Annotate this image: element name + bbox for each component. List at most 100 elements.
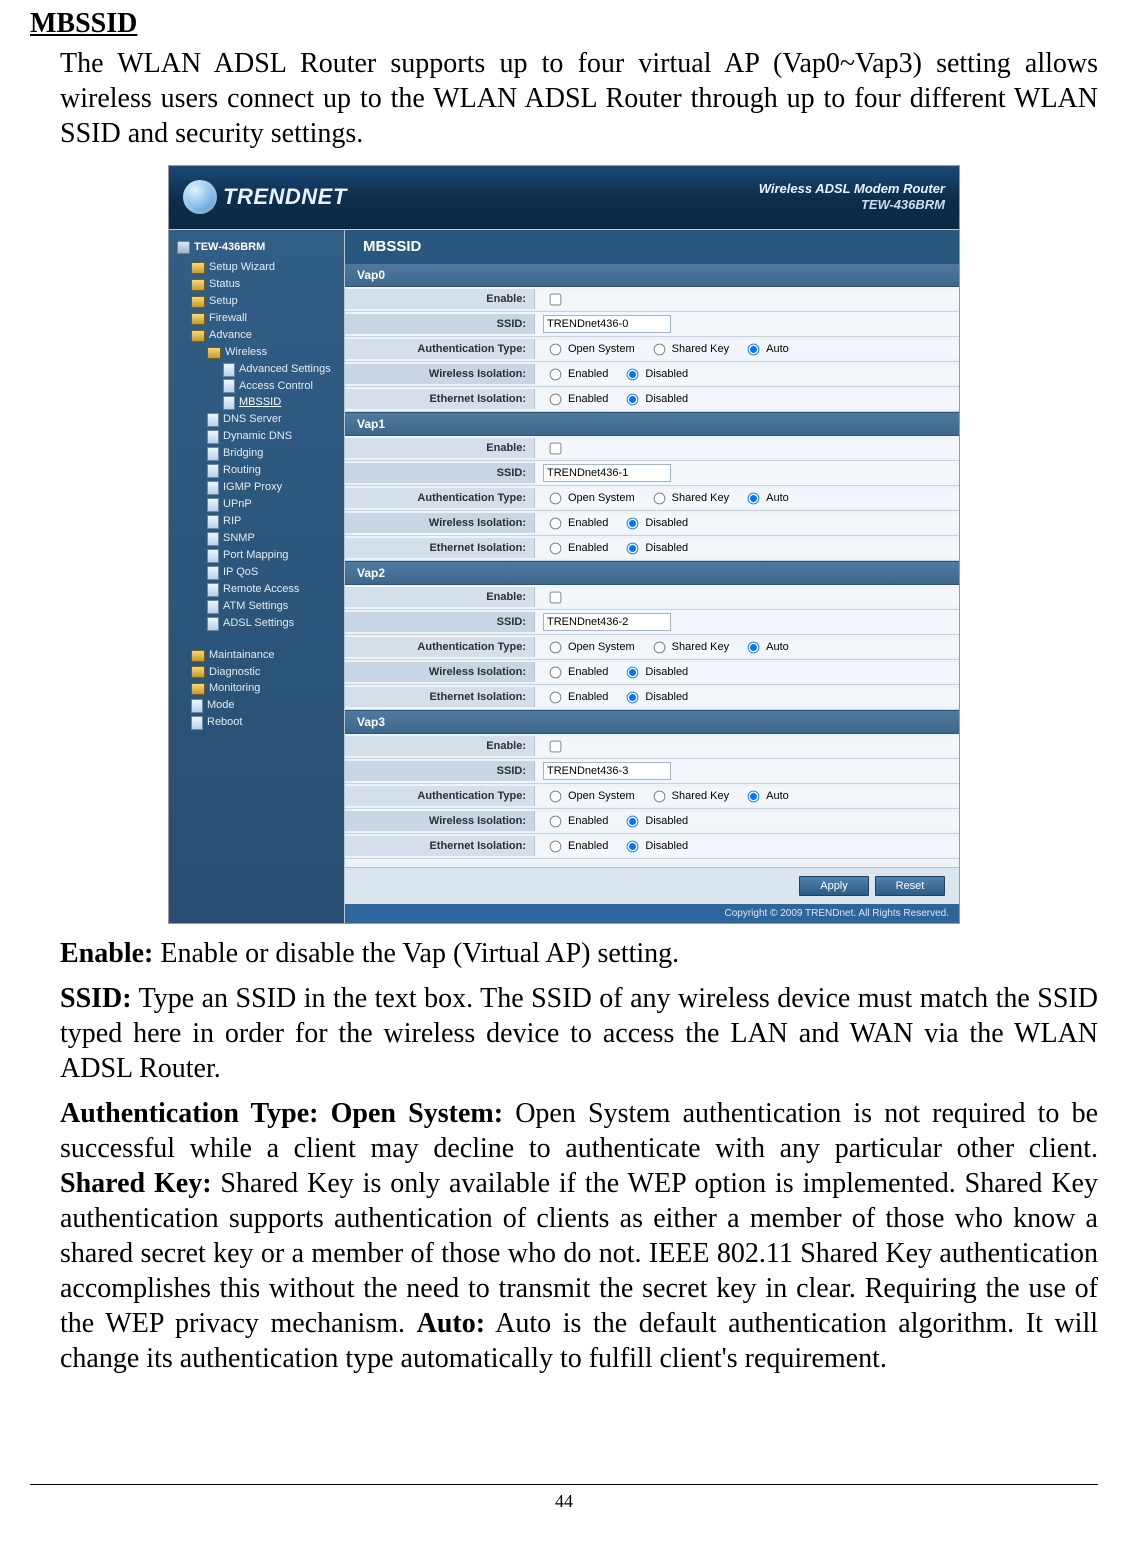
sidebar-item[interactable]: Diagnostic bbox=[191, 665, 338, 681]
intro-paragraph: The WLAN ADSL Router supports up to four… bbox=[60, 46, 1098, 151]
isolation-radio[interactable] bbox=[550, 542, 562, 554]
enable-checkbox[interactable] bbox=[550, 591, 562, 603]
isolation-radio[interactable] bbox=[627, 666, 639, 678]
isolation-radio[interactable] bbox=[550, 666, 562, 678]
sidebar-item-label: Wireless bbox=[225, 345, 267, 361]
page-icon bbox=[191, 699, 203, 713]
sidebar-item[interactable]: Monitoring bbox=[191, 681, 338, 697]
form-label: Enable: bbox=[345, 289, 535, 309]
sidebar-item[interactable]: Setup Wizard bbox=[191, 260, 338, 276]
sidebar-item[interactable]: Advanced Settings bbox=[191, 362, 338, 378]
sidebar-item[interactable]: Routing bbox=[191, 463, 338, 479]
isolation-radio[interactable] bbox=[627, 393, 639, 405]
auth-radio[interactable] bbox=[748, 343, 760, 355]
form-row: SSID: bbox=[345, 461, 959, 486]
sidebar-item[interactable]: UPnP bbox=[191, 497, 338, 513]
auth-radio[interactable] bbox=[550, 641, 562, 653]
auth-radio[interactable] bbox=[653, 492, 665, 504]
sidebar-item[interactable]: Access Control bbox=[191, 379, 338, 395]
apply-button[interactable]: Apply bbox=[799, 876, 869, 896]
ssid-input[interactable] bbox=[543, 762, 671, 780]
isolation-radio[interactable] bbox=[550, 840, 562, 852]
auth-radio[interactable] bbox=[550, 492, 562, 504]
form-label: Wireless Isolation: bbox=[345, 364, 535, 384]
radio-label: Enabled bbox=[568, 815, 608, 827]
sidebar-item[interactable]: Advance bbox=[191, 328, 338, 344]
isolation-radio[interactable] bbox=[627, 691, 639, 703]
sidebar-item[interactable]: ATM Settings bbox=[191, 599, 338, 615]
reset-button[interactable]: Reset bbox=[875, 876, 945, 896]
sidebar-item[interactable]: Reboot bbox=[191, 715, 338, 731]
radio-label: Open System bbox=[568, 641, 635, 653]
sidebar-item-label: Access Control bbox=[239, 379, 313, 395]
sidebar-item[interactable]: Setup bbox=[191, 294, 338, 310]
sidebar-item[interactable]: Status bbox=[191, 277, 338, 293]
sidebar-item-label: Routing bbox=[223, 463, 261, 479]
sidebar-item[interactable]: SNMP bbox=[191, 531, 338, 547]
sidebar-item[interactable]: MBSSID bbox=[191, 395, 338, 411]
auth-radio[interactable] bbox=[653, 641, 665, 653]
model-label: Wireless ADSL Modem Router TEW-436BRM bbox=[759, 181, 945, 212]
auth-radio[interactable] bbox=[550, 790, 562, 802]
isolation-radio[interactable] bbox=[627, 542, 639, 554]
auth-radio[interactable] bbox=[653, 790, 665, 802]
enable-checkbox[interactable] bbox=[550, 442, 562, 454]
page-icon bbox=[191, 716, 203, 730]
sidebar-item[interactable]: Bridging bbox=[191, 446, 338, 462]
sidebar-item[interactable]: IGMP Proxy bbox=[191, 480, 338, 496]
enable-text: Enable or disable the Vap (Virtual AP) s… bbox=[153, 938, 679, 969]
sidebar-item[interactable]: Wireless bbox=[191, 345, 338, 361]
sidebar-item[interactable]: IP QoS bbox=[191, 565, 338, 581]
sidebar-item[interactable]: ADSL Settings bbox=[191, 616, 338, 632]
auth-paragraph: Authentication Type: Open System: Open S… bbox=[60, 1096, 1098, 1376]
radio-label: Enabled bbox=[568, 666, 608, 678]
auth-radio[interactable] bbox=[748, 492, 760, 504]
radio-label: Shared Key bbox=[672, 492, 729, 504]
radio-label: Enabled bbox=[568, 517, 608, 529]
radio-label: Disabled bbox=[645, 666, 688, 678]
sidebar-item-label: Setup Wizard bbox=[209, 260, 275, 276]
sidebar-item[interactable]: DNS Server bbox=[191, 412, 338, 428]
isolation-radio[interactable] bbox=[627, 815, 639, 827]
isolation-radio[interactable] bbox=[550, 393, 562, 405]
ssid-input[interactable] bbox=[543, 613, 671, 631]
tree-root[interactable]: TEW-436BRM bbox=[177, 240, 338, 256]
sidebar-item[interactable]: Remote Access bbox=[191, 582, 338, 598]
vap-section-header: Vap2 bbox=[345, 561, 959, 585]
form-row: SSID: bbox=[345, 759, 959, 784]
nav-tree: Setup WizardStatusSetupFirewallAdvanceWi… bbox=[177, 260, 338, 632]
enable-checkbox[interactable] bbox=[550, 293, 562, 305]
enable-checkbox[interactable] bbox=[550, 740, 562, 752]
form-row: Ethernet Isolation:EnabledDisabled bbox=[345, 387, 959, 412]
form-label: Wireless Isolation: bbox=[345, 811, 535, 831]
folder-icon bbox=[191, 650, 205, 662]
sidebar-item[interactable]: Maintainance bbox=[191, 648, 338, 664]
isolation-radio[interactable] bbox=[550, 815, 562, 827]
radio-label: Shared Key bbox=[672, 641, 729, 653]
auth-radio[interactable] bbox=[653, 343, 665, 355]
isolation-radio[interactable] bbox=[550, 517, 562, 529]
sidebar-item[interactable]: RIP bbox=[191, 514, 338, 530]
auth-radio[interactable] bbox=[550, 343, 562, 355]
model-line1: Wireless ADSL Modem Router bbox=[759, 181, 945, 197]
ssid-input[interactable] bbox=[543, 464, 671, 482]
sidebar-item[interactable]: Port Mapping bbox=[191, 548, 338, 564]
sidebar-item[interactable]: Firewall bbox=[191, 311, 338, 327]
isolation-radio[interactable] bbox=[627, 368, 639, 380]
sidebar-item[interactable]: Dynamic DNS bbox=[191, 429, 338, 445]
page-icon bbox=[207, 583, 219, 597]
isolation-radio[interactable] bbox=[550, 691, 562, 703]
form-value: EnabledDisabled bbox=[535, 837, 959, 856]
router-header: TRENDNET Wireless ADSL Modem Router TEW-… bbox=[169, 166, 959, 229]
sidebar-item[interactable]: Mode bbox=[191, 698, 338, 714]
form-value: Enabled Disabled bbox=[535, 663, 959, 682]
radio-label: Disabled bbox=[645, 542, 688, 554]
ssid-input[interactable] bbox=[543, 315, 671, 333]
page-icon bbox=[223, 396, 235, 410]
isolation-radio[interactable] bbox=[627, 517, 639, 529]
sidebar-item-label: Diagnostic bbox=[209, 665, 260, 681]
isolation-radio[interactable] bbox=[550, 368, 562, 380]
isolation-radio[interactable] bbox=[627, 840, 639, 852]
auth-radio[interactable] bbox=[748, 790, 760, 802]
auth-radio[interactable] bbox=[748, 641, 760, 653]
